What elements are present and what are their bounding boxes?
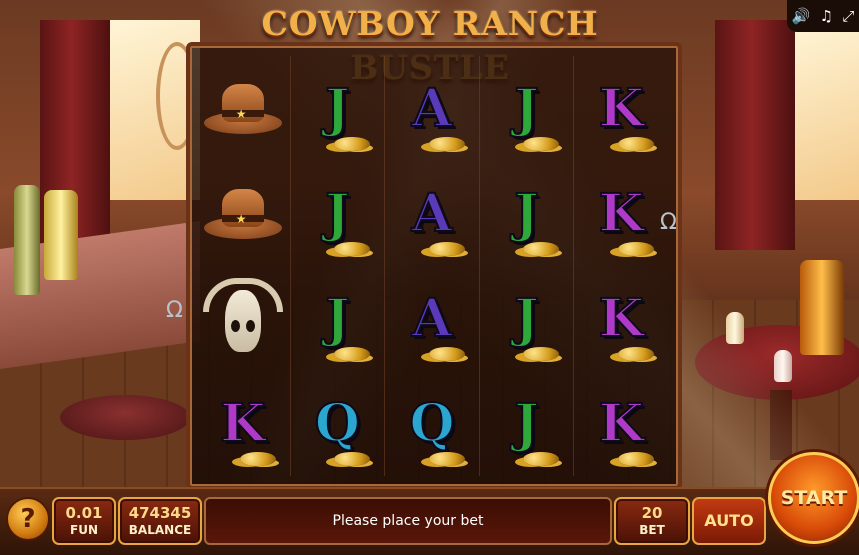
symbol-cell: J xyxy=(291,161,385,266)
balance-label: BALANCE xyxy=(128,523,192,537)
gold-coins-icon xyxy=(428,137,465,151)
music-icon[interactable]: ♫ xyxy=(820,7,833,25)
symbol-cell: J xyxy=(480,56,574,161)
horseshoe-icon: Ω xyxy=(166,298,183,323)
gold-coins-icon xyxy=(334,137,371,151)
coin-value: 0.01 xyxy=(65,504,103,522)
gold-coins-icon xyxy=(523,347,560,361)
sound-icon[interactable]: 🔊 xyxy=(792,7,811,25)
symbol-k: K xyxy=(598,77,645,139)
bull-skull-icon xyxy=(202,274,283,364)
coin-label: FUN xyxy=(70,523,98,537)
top-icon-bar: 🔊 ♫ ⤢ xyxy=(787,0,859,32)
symbol-cell: K xyxy=(574,56,668,161)
symbol-cell: J xyxy=(291,266,385,371)
game-title: COWBOY RANCH BUSTLE xyxy=(261,4,599,87)
gold-coins-icon xyxy=(523,452,560,466)
symbol-cell: K xyxy=(574,371,668,476)
reel: AAAQ xyxy=(385,56,480,476)
coin-value-button[interactable]: 0.01 FUN xyxy=(52,497,116,545)
symbol-j: J xyxy=(513,287,540,349)
help-button[interactable]: ? xyxy=(6,497,50,541)
balance-value: 474345 xyxy=(128,504,192,522)
symbol-k: K xyxy=(598,182,645,244)
symbol-j: J xyxy=(324,287,351,349)
symbol-a: A xyxy=(411,182,453,244)
symbol-q: Q xyxy=(408,392,455,454)
cowboy-hat-icon: ★ xyxy=(203,80,282,138)
fullscreen-icon[interactable]: ⤢ xyxy=(842,7,854,25)
reel: JJJQ xyxy=(291,56,386,476)
gold-coins-icon xyxy=(617,347,654,361)
symbol-cell: Q xyxy=(291,371,385,476)
symbol-a: A xyxy=(411,287,453,349)
gold-coins-icon xyxy=(334,242,371,256)
symbol-k: K xyxy=(598,392,645,454)
reel: ★ ★ K xyxy=(196,56,291,476)
gold-coins-icon xyxy=(617,137,654,151)
bet-button[interactable]: 20 BET xyxy=(614,497,690,545)
symbol-cell: J xyxy=(480,161,574,266)
symbol-j: J xyxy=(324,77,351,139)
gold-coins-icon xyxy=(617,452,654,466)
symbol-cell: A xyxy=(385,56,479,161)
symbol-a: A xyxy=(411,77,453,139)
gold-coins-icon xyxy=(334,452,371,466)
symbol-k: K xyxy=(598,287,645,349)
symbol-j: J xyxy=(324,182,351,244)
symbol-cell: K xyxy=(574,266,668,371)
bet-value: 20 xyxy=(641,504,663,522)
symbol-q: Q xyxy=(314,392,361,454)
gold-coins-icon xyxy=(239,452,276,466)
reels-grid: ★ ★ K J J J Q A A A Q J J J J K K K K xyxy=(196,56,668,476)
gold-coins-icon xyxy=(334,347,371,361)
auto-button[interactable]: AUTO xyxy=(692,497,766,545)
symbol-cell xyxy=(196,266,290,371)
reel: KKKK xyxy=(574,56,668,476)
symbol-j: J xyxy=(513,182,540,244)
symbol-j: J xyxy=(513,392,540,454)
gold-coins-icon xyxy=(428,347,465,361)
symbol-cell: J xyxy=(291,56,385,161)
cowboy-hat-icon: ★ xyxy=(203,185,282,243)
symbol-cell: J xyxy=(480,266,574,371)
symbol-cell: ★ xyxy=(196,56,290,161)
symbol-cell: A xyxy=(385,266,479,371)
symbol-cell: Q xyxy=(385,371,479,476)
gold-coins-icon xyxy=(428,242,465,256)
symbol-cell: A xyxy=(385,161,479,266)
gold-coins-icon xyxy=(428,452,465,466)
symbol-j: J xyxy=(513,77,540,139)
bet-label: BET xyxy=(639,523,665,537)
symbol-k: K xyxy=(219,392,266,454)
symbol-cell: K xyxy=(574,161,668,266)
gold-coins-icon xyxy=(523,242,560,256)
reel: JJJJ xyxy=(480,56,575,476)
symbol-cell: K xyxy=(196,371,290,476)
gold-coins-icon xyxy=(523,137,560,151)
symbol-cell: J xyxy=(480,371,574,476)
status-message: Please place your bet xyxy=(204,497,612,545)
balance-display: 474345 BALANCE xyxy=(118,497,202,545)
symbol-cell: ★ xyxy=(196,161,290,266)
gold-coins-icon xyxy=(617,242,654,256)
start-button[interactable]: START xyxy=(768,452,859,544)
